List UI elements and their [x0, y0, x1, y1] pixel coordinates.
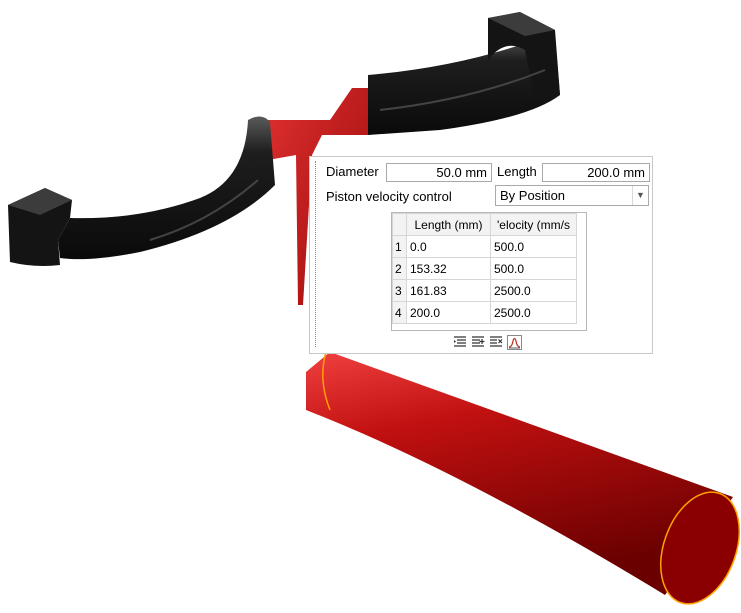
diameter-field[interactable]: 50.0 mm	[386, 163, 492, 182]
length-cell[interactable]: 200.0	[406, 301, 491, 324]
piston-properties-panel: Diameter 50.0 mm Length 200.0 mm Piston …	[309, 156, 653, 354]
right-black-arm	[368, 12, 560, 135]
row-number: 2	[392, 257, 407, 280]
chart-icon[interactable]	[506, 334, 522, 350]
velocity-table[interactable]: Length (mm) 'elocity (mm/s 1 0.0 500.0 2…	[391, 212, 587, 331]
length-cell[interactable]: 0.0	[406, 235, 491, 258]
velocity-cell[interactable]: 2500.0	[490, 279, 577, 302]
table-row[interactable]: 2 153.32 500.0	[392, 257, 577, 280]
chevron-down-icon[interactable]: ▼	[632, 186, 648, 205]
piston-velocity-label: Piston velocity control	[326, 189, 452, 204]
row-number-header	[392, 213, 407, 236]
table-header-row: Length (mm) 'elocity (mm/s	[392, 213, 577, 236]
table-toolbar	[452, 334, 522, 350]
piston-velocity-select[interactable]: By Position ▼	[495, 185, 649, 206]
velocity-column-header[interactable]: 'elocity (mm/s	[490, 213, 577, 236]
table-row[interactable]: 4 200.0 2500.0	[392, 301, 577, 324]
length-field[interactable]: 200.0 mm	[542, 163, 650, 182]
length-label: Length	[497, 164, 537, 179]
piston-velocity-value: By Position	[500, 188, 566, 203]
length-column-header[interactable]: Length (mm)	[406, 213, 491, 236]
left-black-arm	[8, 116, 275, 266]
table-row[interactable]: 3 161.83 2500.0	[392, 279, 577, 302]
delete-row-icon[interactable]	[488, 334, 504, 350]
red-cylinder	[306, 351, 740, 605]
panel-tree-guide	[315, 161, 316, 347]
row-number: 1	[392, 235, 407, 258]
velocity-cell[interactable]: 500.0	[490, 235, 577, 258]
row-number: 3	[392, 279, 407, 302]
velocity-cell[interactable]: 500.0	[490, 257, 577, 280]
length-cell[interactable]: 161.83	[406, 279, 491, 302]
row-number: 4	[392, 301, 407, 324]
add-row-icon[interactable]	[470, 334, 486, 350]
table-row[interactable]: 1 0.0 500.0	[392, 235, 577, 258]
velocity-cell[interactable]: 2500.0	[490, 301, 577, 324]
diameter-label: Diameter	[326, 164, 379, 179]
insert-row-icon[interactable]	[452, 334, 468, 350]
length-cell[interactable]: 153.32	[406, 257, 491, 280]
